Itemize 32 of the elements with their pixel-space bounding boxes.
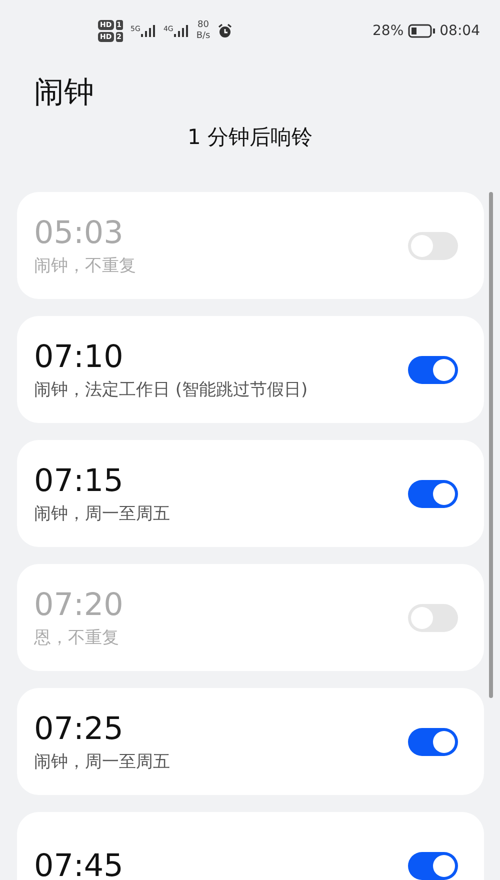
alarm-card[interactable]: 07:45 [17, 812, 484, 880]
alarm-label: 恩，不重复 [34, 626, 120, 650]
alarm-toggle[interactable] [408, 232, 458, 260]
signal-icon [141, 25, 156, 37]
alarm-toggle[interactable] [408, 604, 458, 632]
alarm-label: 闹钟，法定工作日 (智能跳过节假日) [34, 378, 308, 402]
alarm-toggle[interactable] [408, 356, 458, 384]
speed-value: 80 [198, 20, 209, 31]
alarm-toggle[interactable] [408, 480, 458, 508]
next-alarm-text: 1 分钟后响铃 [186, 124, 314, 151]
alarm-time: 07:10 [34, 338, 124, 376]
alarm-time: 05:03 [34, 214, 124, 252]
alarm-toggle[interactable] [408, 852, 458, 880]
alarm-card[interactable]: 07:15 闹钟，周一至周五 [17, 440, 484, 547]
alarm-time: 07:45 [34, 846, 124, 880]
alarm-label: 闹钟，不重复 [34, 254, 136, 278]
alarm-time: 07:15 [34, 462, 124, 500]
page-title: 闹钟 [34, 74, 95, 112]
alarm-time: 07:20 [34, 586, 124, 624]
alarm-card[interactable]: 07:10 闹钟，法定工作日 (智能跳过节假日) [17, 316, 484, 423]
alarm-time: 07:25 [34, 710, 124, 748]
battery-icon [408, 24, 436, 38]
signal-icon [174, 25, 188, 37]
alarm-clock-icon [218, 24, 232, 38]
alarm-label: 闹钟，周一至周五 [34, 502, 170, 526]
battery-percent: 28% [372, 23, 404, 39]
scrollbar[interactable] [489, 192, 493, 698]
speed-unit: B/s [196, 31, 210, 42]
alarm-toggle[interactable] [408, 728, 458, 756]
alarm-label: 闹钟，周一至周五 [34, 750, 170, 774]
alarm-card[interactable]: 07:25 闹钟，周一至周五 [17, 688, 484, 795]
clock-time: 08:04 [440, 23, 480, 39]
